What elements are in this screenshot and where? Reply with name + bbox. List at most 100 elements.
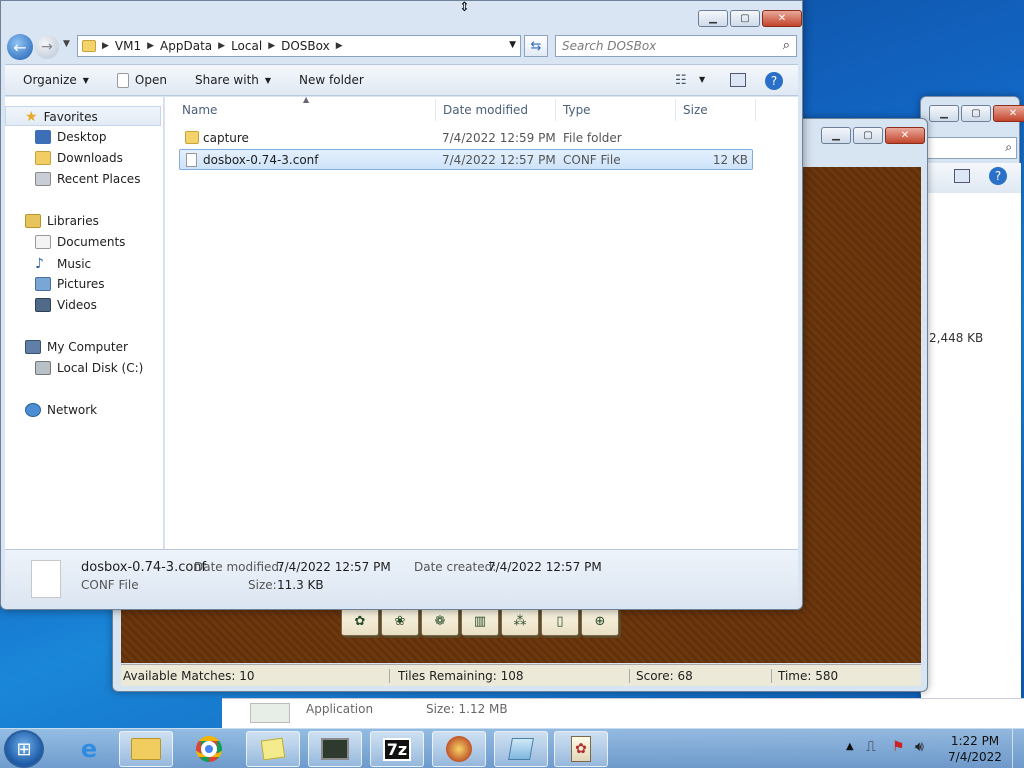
nav-recent-places[interactable]: Recent Places bbox=[35, 172, 140, 186]
nav-network[interactable]: Network bbox=[25, 403, 97, 417]
action-center-icon[interactable]: ⚑ bbox=[892, 739, 905, 755]
details-filetype: CONF File bbox=[81, 578, 139, 592]
taskbar-mahjong[interactable]: ✿ bbox=[554, 731, 608, 767]
taskbar-explorer[interactable] bbox=[119, 731, 173, 767]
internet-explorer-icon: e bbox=[80, 735, 98, 763]
nav-local-disk[interactable]: Local Disk (C:) bbox=[35, 361, 143, 375]
file-name: dosbox-0.74-3.conf bbox=[203, 153, 319, 167]
drive-icon bbox=[35, 361, 51, 375]
media-app-icon bbox=[446, 736, 472, 762]
taskbar-internet-explorer[interactable]: e bbox=[62, 731, 116, 767]
mahjong-tile[interactable]: ⁂ bbox=[501, 606, 539, 636]
nav-documents[interactable]: Documents bbox=[35, 235, 125, 249]
windows-logo-icon: ⊞ bbox=[16, 738, 32, 760]
show-desktop-button[interactable] bbox=[1012, 729, 1024, 768]
address-bar[interactable]: ▶ VM1 ▶ AppData ▶ Local ▶ DOSBox ▶ ▼ bbox=[77, 35, 521, 57]
back-button[interactable]: ← bbox=[7, 34, 33, 60]
forward-button[interactable]: → bbox=[35, 35, 59, 59]
organize-label: Organize bbox=[23, 73, 77, 87]
mahjong-tile[interactable]: ▥ bbox=[461, 606, 499, 636]
network-icon bbox=[25, 403, 41, 417]
resize-cursor-icon: ⇕ bbox=[459, 0, 470, 15]
background-window[interactable]: ▁ ▢ ✕ ⌕ ? 2,448 KB bbox=[920, 96, 1024, 699]
search-icon[interactable]: ⌕ bbox=[783, 38, 790, 53]
nav-network-label: Network bbox=[47, 403, 98, 417]
mahjong-tile[interactable]: ⊕ bbox=[581, 606, 619, 636]
maximize-button[interactable]: ▢ bbox=[730, 10, 760, 27]
file-row-capture[interactable]: capture 7/4/2022 12:59 PM File folder bbox=[179, 128, 753, 149]
nav-downloads[interactable]: Downloads bbox=[35, 151, 123, 165]
preview-pane-icon[interactable] bbox=[730, 73, 746, 87]
help-icon[interactable]: ? bbox=[989, 167, 1007, 185]
close-button[interactable]: ✕ bbox=[885, 127, 925, 144]
breadcrumb-dosbox[interactable]: DOSBox bbox=[281, 39, 330, 53]
mahjong-tile[interactable]: ✿ bbox=[341, 606, 379, 636]
maximize-button[interactable]: ▢ bbox=[853, 127, 883, 144]
network-tray-icon[interactable]: ⎍ bbox=[866, 739, 876, 755]
nav-pictures[interactable]: Pictures bbox=[35, 277, 105, 291]
refresh-button[interactable]: ⇆ bbox=[524, 35, 548, 57]
breadcrumb-appdata[interactable]: AppData bbox=[160, 39, 212, 53]
explorer-window[interactable]: ▁ ▢ ✕ ← → ▼ ▶ VM1 ▶ AppData ▶ Local ▶ DO… bbox=[0, 0, 803, 610]
breadcrumb-vm1[interactable]: VM1 bbox=[115, 39, 141, 53]
tiles-remaining: Tiles Remaining: 108 bbox=[389, 669, 524, 683]
row-size: Size: 1.12 MB bbox=[426, 702, 508, 716]
mahjong-tile[interactable]: ▯ bbox=[541, 606, 579, 636]
nav-my-computer[interactable]: My Computer bbox=[25, 340, 128, 354]
file-list[interactable]: ▲ Name Date modified Type Size capture 7… bbox=[165, 95, 798, 549]
chevron-right-icon[interactable]: ▶ bbox=[336, 41, 343, 51]
preview-pane-icon[interactable] bbox=[954, 169, 970, 183]
new-folder-button[interactable]: New folder bbox=[285, 73, 378, 87]
column-name[interactable]: Name bbox=[182, 103, 217, 117]
taskbar-sticky-notes[interactable] bbox=[246, 731, 300, 767]
taskbar-dosbox[interactable] bbox=[308, 731, 362, 767]
minimize-button[interactable]: ▁ bbox=[698, 10, 728, 27]
close-button[interactable]: ✕ bbox=[762, 10, 802, 27]
volume-icon[interactable]: 🔊︎ bbox=[915, 739, 924, 755]
organize-button[interactable]: Organize ▼ bbox=[5, 73, 103, 87]
recent-pages-chevron-icon[interactable]: ▼ bbox=[63, 39, 70, 49]
nav-desktop[interactable]: Desktop bbox=[35, 130, 107, 144]
videos-icon bbox=[35, 298, 51, 312]
nav-music[interactable]: ♪ Music bbox=[35, 256, 91, 272]
search-input[interactable]: Search DOSBox ⌕ bbox=[555, 35, 797, 57]
details-pane: dosbox-0.74-3.conf CONF File Date modifi… bbox=[5, 549, 798, 605]
nav-videos[interactable]: Videos bbox=[35, 298, 97, 312]
minimize-button[interactable]: ▁ bbox=[929, 105, 959, 122]
address-dropdown-icon[interactable]: ▼ bbox=[509, 40, 516, 50]
show-hidden-icons-icon[interactable]: ▲ bbox=[846, 741, 854, 752]
column-date-modified[interactable]: Date modified bbox=[443, 103, 528, 117]
nav-libraries[interactable]: Libraries bbox=[25, 214, 99, 228]
chevron-right-icon[interactable]: ▶ bbox=[218, 41, 225, 51]
share-with-button[interactable]: Share with ▼ bbox=[181, 73, 285, 87]
maximize-button[interactable]: ▢ bbox=[961, 105, 991, 122]
column-size[interactable]: Size bbox=[683, 103, 708, 117]
chevron-right-icon[interactable]: ▶ bbox=[147, 41, 154, 51]
help-icon[interactable]: ? bbox=[765, 72, 783, 90]
taskbar-chrome[interactable] bbox=[182, 731, 236, 767]
taskbar-media[interactable] bbox=[432, 731, 486, 767]
taskbar-7zip[interactable]: 7z bbox=[370, 731, 424, 767]
mahjong-tile[interactable]: ❀ bbox=[381, 606, 419, 636]
views-icon[interactable]: ☷ bbox=[675, 73, 687, 88]
clock[interactable]: 1:22 PM 7/4/2022 bbox=[940, 733, 1010, 765]
views-dropdown-icon[interactable]: ▼ bbox=[699, 75, 705, 84]
status-bar: Available Matches: 10 Tiles Remaining: 1… bbox=[121, 664, 921, 686]
minimize-button[interactable]: ▁ bbox=[821, 127, 851, 144]
chevron-right-icon[interactable]: ▶ bbox=[268, 41, 275, 51]
nav-favorites[interactable]: ★ Favorites bbox=[25, 109, 98, 125]
search-input[interactable]: ⌕ bbox=[927, 137, 1017, 159]
open-button[interactable]: Open bbox=[103, 72, 181, 88]
breadcrumb-local[interactable]: Local bbox=[231, 39, 262, 53]
folder-icon bbox=[82, 40, 96, 52]
available-matches: Available Matches: 10 bbox=[123, 669, 255, 683]
mahjong-tile[interactable]: ❁ bbox=[421, 606, 459, 636]
taskbar-notepad[interactable] bbox=[494, 731, 548, 767]
recent-places-icon bbox=[35, 172, 51, 186]
close-button[interactable]: ✕ bbox=[993, 105, 1024, 122]
column-type[interactable]: Type bbox=[563, 103, 591, 117]
notepad-icon bbox=[508, 738, 534, 760]
file-row-dosbox-conf[interactable]: dosbox-0.74-3.conf 7/4/2022 12:57 PM CON… bbox=[179, 149, 753, 170]
start-button[interactable]: ⊞ bbox=[4, 730, 44, 768]
sevenzip-icon: 7z bbox=[382, 737, 412, 761]
